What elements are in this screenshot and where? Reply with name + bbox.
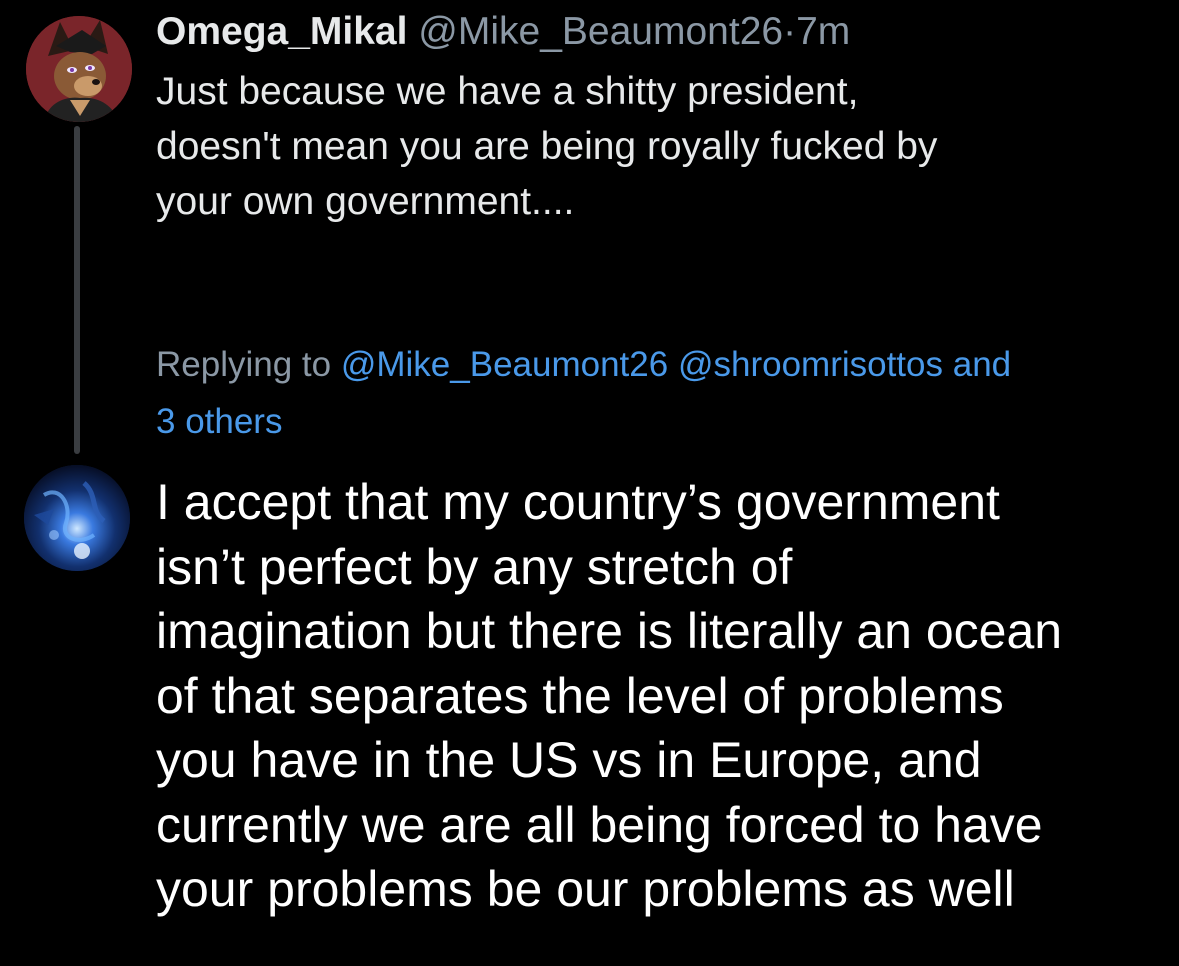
author-handle[interactable]: @Mike_Beaumont26	[418, 10, 783, 53]
mention-link-shroomrisottos[interactable]: @shroomrisottos	[678, 345, 943, 384]
blue-abstract-avatar-icon[interactable]	[24, 465, 130, 571]
reply-text-line: of that separates the level of problems	[156, 667, 1004, 724]
tweet-timestamp[interactable]: 7m	[796, 10, 850, 53]
parent-text-line: your own government....	[156, 180, 575, 223]
reply-text-line: I accept that my country’s government	[156, 474, 1000, 530]
reply-text-line: you have in the US vs in Europe, and	[156, 732, 982, 788]
mention-link-mike-beaumont26[interactable]: @Mike_Beaumont26	[341, 345, 668, 384]
replying-to-line: Replying to @Mike_Beaumont26 @shroomriso…	[156, 336, 1166, 450]
header-separator: ·	[783, 10, 797, 53]
conversation-thread: Omega_Mikal @Mike_Beaumont26·7m Just bec…	[0, 0, 1179, 966]
parent-text-line: Just because we have a shitty president,	[156, 70, 859, 113]
reply-text-line: currently we are all being forced to hav…	[156, 796, 1043, 853]
parent-tweet-text: Just because we have a shitty president,…	[156, 64, 1156, 229]
parent-text-line: doesn't mean you are being royally fucke…	[156, 125, 938, 168]
fox-character-avatar-icon[interactable]	[26, 16, 132, 122]
tweet-header: Omega_Mikal @Mike_Beaumont26·7m	[156, 8, 850, 56]
replying-to-label: Replying to	[156, 345, 332, 384]
reply-text-line: isn’t perfect by any stretch of	[156, 538, 793, 595]
mention-and-label[interactable]: and	[953, 345, 1011, 384]
mention-link-others[interactable]: 3 others	[156, 402, 282, 441]
reply-text-line: your problems be our problems as well	[156, 861, 1015, 917]
reply-tweet-text: I accept that my country’s government is…	[156, 470, 1166, 922]
author-display-name[interactable]: Omega_Mikal	[156, 10, 407, 53]
reply-text-line: imagination but there is literally an oc…	[156, 603, 1063, 659]
thread-connector-line	[74, 126, 80, 454]
